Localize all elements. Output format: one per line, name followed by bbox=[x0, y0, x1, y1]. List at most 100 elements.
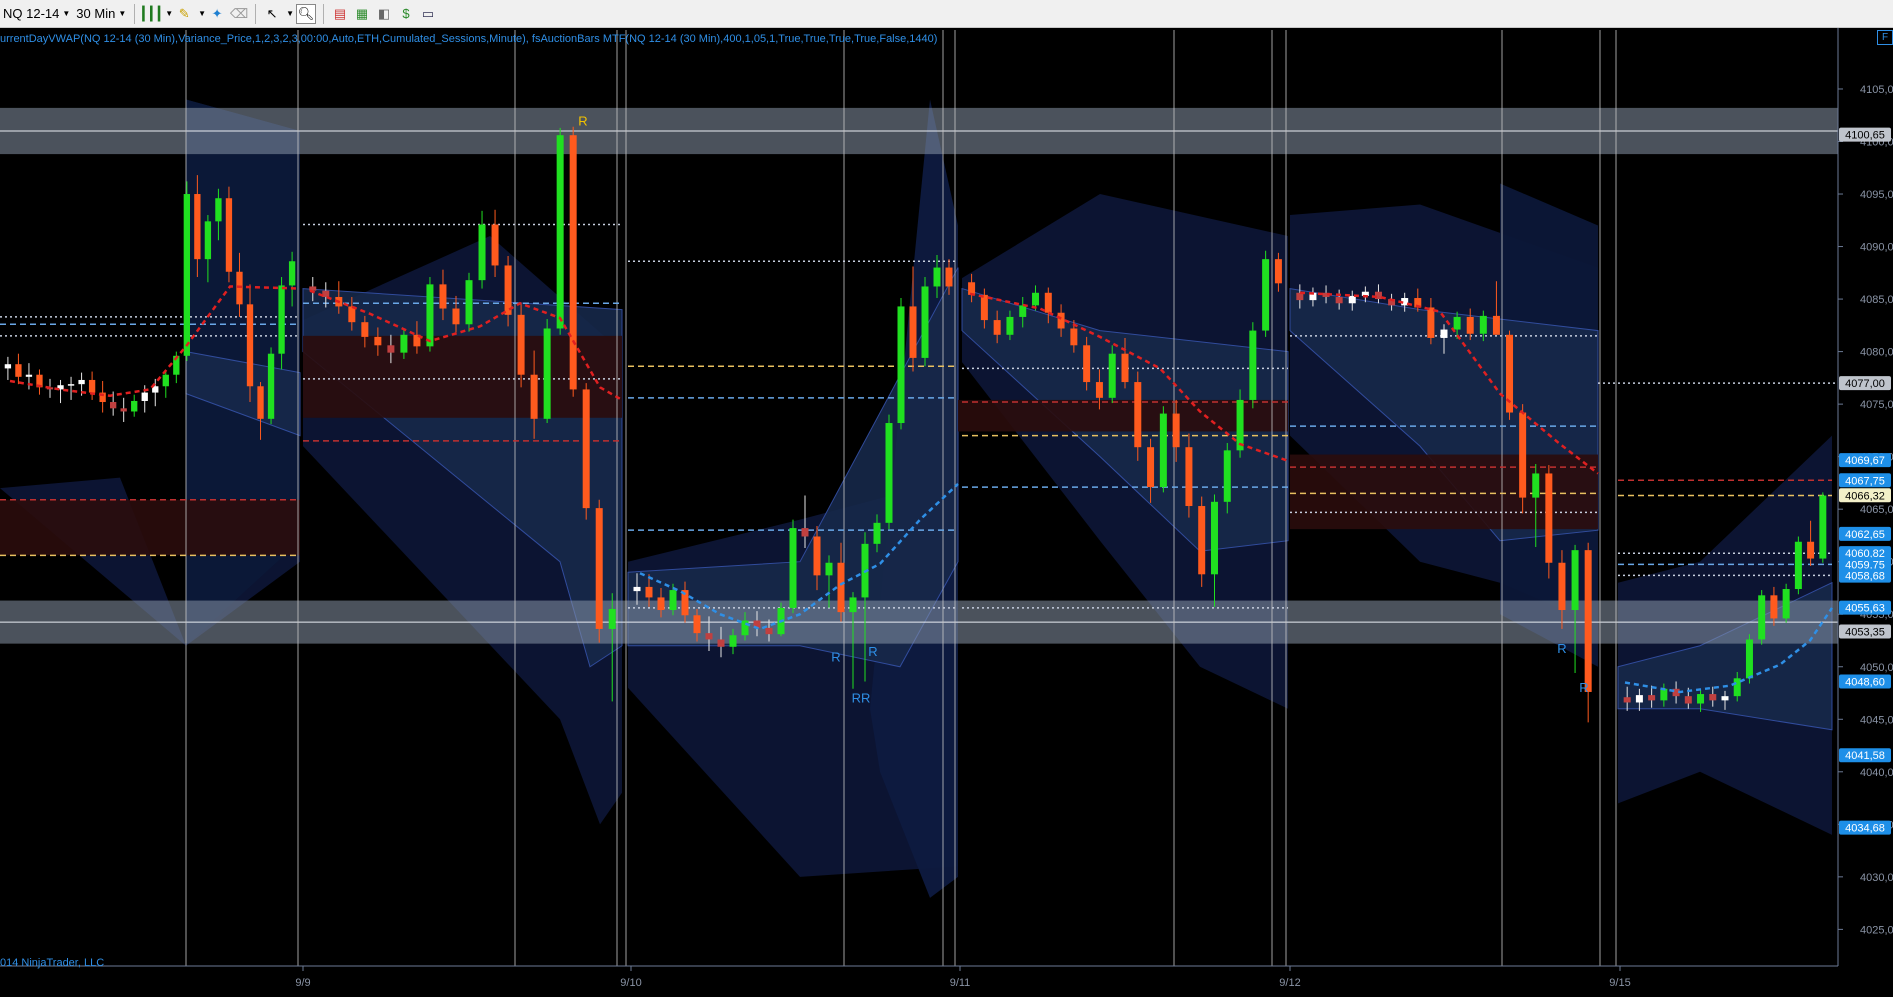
toolbar-divider bbox=[134, 3, 136, 24]
candle-body bbox=[1545, 473, 1553, 563]
candle-body bbox=[4, 364, 12, 369]
pencil-draw-icon[interactable]: ✎ bbox=[175, 5, 193, 23]
magic-wand-icon[interactable]: ✦ bbox=[208, 5, 226, 23]
candle-body bbox=[1262, 259, 1270, 331]
candle-body bbox=[1223, 450, 1231, 502]
candle-body bbox=[1427, 307, 1435, 338]
candle-body bbox=[1121, 353, 1129, 383]
price-label: 4067,75 bbox=[1845, 475, 1885, 487]
y-tick-label: 4080,00 bbox=[1860, 347, 1893, 359]
candle-body bbox=[1044, 292, 1052, 313]
candle-body bbox=[1108, 353, 1116, 398]
candle-body bbox=[426, 284, 434, 347]
candle-body bbox=[717, 639, 725, 647]
y-tick-label: 4065,00 bbox=[1860, 504, 1893, 516]
interval-label: 30 Min bbox=[76, 6, 116, 21]
candle-body bbox=[141, 392, 148, 401]
candle-body bbox=[741, 620, 749, 636]
date-label: 9/15 bbox=[1609, 977, 1630, 989]
r-marker: R bbox=[1557, 641, 1566, 656]
price-label: 4048,60 bbox=[1845, 676, 1885, 688]
window-icon[interactable]: ▭ bbox=[419, 5, 437, 23]
chevron-down-icon[interactable]: ▼ bbox=[165, 9, 173, 18]
candle-body bbox=[1083, 345, 1091, 383]
zoom-icon[interactable]: 🔍︎ bbox=[296, 3, 317, 24]
price-chart[interactable]: RRRRRRR4105,004100,004095,004090,004085,… bbox=[0, 28, 1893, 997]
r-marker: R bbox=[578, 114, 587, 129]
chart-properties-icon[interactable]: ▤ bbox=[331, 5, 349, 23]
analyzer-icon[interactable]: ◧ bbox=[375, 5, 393, 23]
y-tick-label: 4040,00 bbox=[1860, 767, 1893, 779]
candle-body bbox=[569, 135, 577, 390]
bar-style-icon[interactable]: ┃┃┃ bbox=[140, 5, 163, 23]
candle-body bbox=[543, 328, 551, 419]
eraser-icon[interactable]: ⌫ bbox=[230, 5, 248, 23]
candle-body bbox=[813, 536, 821, 576]
candle-body bbox=[1440, 329, 1448, 338]
copyright-text: 014 NinjaTrader, LLC bbox=[0, 957, 105, 969]
chart-toolbar: NQ 12-14 ▼ 30 Min ▼ ┃┃┃ ▼ ✎ ▼ ✦ ⌫ ↖ ▼ 🔍︎ ▤ ▦ … bbox=[0, 0, 1893, 28]
candle-body bbox=[669, 590, 677, 611]
candle-body bbox=[801, 528, 809, 537]
candle-body bbox=[1745, 639, 1753, 679]
candle-body bbox=[582, 389, 590, 509]
price-label: 4058,68 bbox=[1845, 571, 1885, 583]
r-marker: R bbox=[868, 644, 877, 659]
y-tick-label: 4075,00 bbox=[1860, 399, 1893, 411]
candle-body bbox=[1019, 305, 1027, 317]
candle-body bbox=[225, 198, 233, 272]
candle-body bbox=[1758, 595, 1766, 640]
candle-body bbox=[1274, 259, 1282, 284]
candle-body bbox=[885, 423, 893, 523]
value-area-0 bbox=[0, 499, 300, 556]
candle-body bbox=[194, 194, 201, 260]
candle-body bbox=[288, 261, 296, 286]
candle-body bbox=[897, 306, 905, 424]
candle-body bbox=[837, 562, 845, 613]
candle-body bbox=[25, 374, 33, 377]
interval-selector[interactable]: 30 Min ▼ bbox=[73, 3, 129, 25]
corner-tab[interactable]: F bbox=[1877, 30, 1893, 45]
candle-body bbox=[1492, 315, 1500, 335]
price-label: 4077,00 bbox=[1845, 378, 1885, 390]
candle-body bbox=[705, 633, 713, 640]
candle-body bbox=[374, 336, 382, 346]
chevron-down-icon[interactable]: ▼ bbox=[286, 9, 294, 18]
candle-body bbox=[873, 522, 881, 544]
candle-body bbox=[633, 586, 641, 592]
candle-body bbox=[1635, 695, 1643, 703]
strategy-icon[interactable]: ▦ bbox=[353, 5, 371, 23]
candle-body bbox=[1623, 697, 1631, 703]
candle-body bbox=[400, 334, 408, 353]
y-tick-label: 4050,00 bbox=[1860, 662, 1893, 674]
cursor-icon[interactable]: ↖ bbox=[263, 5, 281, 23]
y-tick-label: 4025,00 bbox=[1860, 924, 1893, 936]
candle-body bbox=[78, 379, 85, 385]
y-tick-label: 4090,00 bbox=[1860, 242, 1893, 254]
price-label: 4066,32 bbox=[1845, 490, 1885, 502]
r-marker: R bbox=[1579, 680, 1588, 695]
candle-body bbox=[278, 285, 285, 354]
candle-body bbox=[1172, 413, 1180, 448]
candle-body bbox=[556, 135, 564, 329]
candle-body bbox=[1697, 694, 1705, 704]
date-label: 9/9 bbox=[295, 977, 310, 989]
candle-body bbox=[183, 194, 190, 356]
instrument-selector[interactable]: NQ 12-14 ▼ bbox=[0, 3, 73, 25]
candle-body bbox=[1185, 447, 1193, 507]
candle-body bbox=[729, 635, 737, 647]
price-label: 4041,58 bbox=[1845, 750, 1885, 762]
price-label: 4062,65 bbox=[1845, 529, 1885, 541]
candle-body bbox=[789, 528, 797, 608]
price-label: 4069,67 bbox=[1845, 455, 1885, 467]
candle-body bbox=[452, 308, 460, 325]
candle-body bbox=[1532, 473, 1540, 498]
candle-body bbox=[1057, 312, 1065, 329]
price-label: 4034,68 bbox=[1845, 823, 1885, 835]
candle-body bbox=[1453, 316, 1461, 330]
candle-body bbox=[1159, 413, 1167, 488]
chevron-down-icon[interactable]: ▼ bbox=[198, 9, 206, 18]
candle-body bbox=[921, 286, 929, 358]
candle-body bbox=[1095, 382, 1103, 398]
data-box-icon[interactable]: $ bbox=[397, 5, 415, 23]
